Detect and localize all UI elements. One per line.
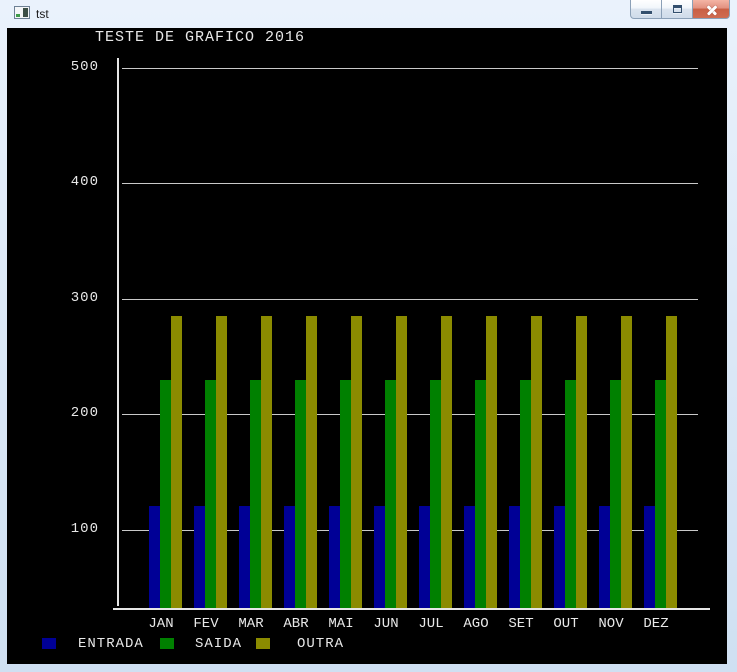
y-tick-label: 500 [35, 59, 99, 75]
bar-saida-dez [655, 380, 666, 608]
bar-saida-out [565, 380, 576, 608]
bar-outra-fev [216, 316, 227, 608]
restore-icon [673, 5, 682, 13]
bar-outra-jul [441, 316, 452, 608]
bar-entrada-dez [644, 506, 655, 608]
bar-saida-jul [430, 380, 441, 608]
x-tick-label: JUN [366, 616, 406, 632]
chart-title: TESTE DE GRAFICO 2016 [95, 29, 305, 46]
bar-entrada-jan [149, 506, 160, 608]
gridline-400 [122, 183, 698, 184]
legend-swatch-entrada [42, 638, 56, 649]
x-tick-label: FEV [186, 616, 226, 632]
bar-outra-dez [666, 316, 677, 608]
x-tick-label: SET [501, 616, 541, 632]
bar-entrada-fev [194, 506, 205, 608]
bar-saida-nov [610, 380, 621, 608]
bar-entrada-mai [329, 506, 340, 608]
y-tick-label: 300 [35, 290, 99, 306]
bar-outra-mai [351, 316, 362, 608]
bar-outra-out [576, 316, 587, 608]
restore-button[interactable] [661, 0, 693, 19]
y-tick-label: 100 [35, 521, 99, 537]
gridline-300 [122, 299, 698, 300]
minimize-button[interactable] [630, 0, 662, 19]
x-tick-label: MAI [321, 616, 361, 632]
legend-label-entrada: ENTRADA [78, 636, 144, 652]
title-bar[interactable]: tst [0, 0, 737, 28]
bar-saida-abr [295, 380, 306, 608]
bar-entrada-mar [239, 506, 250, 608]
legend-swatch-saida [160, 638, 174, 649]
minimize-icon [641, 11, 652, 14]
gridline-500 [122, 68, 698, 69]
x-axis-line [113, 608, 710, 610]
window-title: tst [36, 7, 49, 21]
window-controls [631, 0, 730, 19]
legend-swatch-outra [256, 638, 270, 649]
close-icon [706, 4, 717, 15]
bar-saida-jan [160, 380, 171, 608]
legend-label-saida: SAIDA [195, 636, 242, 652]
bar-outra-nov [621, 316, 632, 608]
bar-entrada-jul [419, 506, 430, 608]
bar-entrada-out [554, 506, 565, 608]
bar-outra-set [531, 316, 542, 608]
x-tick-label: NOV [591, 616, 631, 632]
x-tick-label: DEZ [636, 616, 676, 632]
x-tick-label: JAN [141, 616, 181, 632]
y-axis-line [117, 58, 119, 606]
x-tick-label: AGO [456, 616, 496, 632]
bar-entrada-set [509, 506, 520, 608]
bar-outra-ago [486, 316, 497, 608]
y-tick-label: 400 [35, 174, 99, 190]
bar-saida-mai [340, 380, 351, 608]
bar-outra-jun [396, 316, 407, 608]
x-tick-label: OUT [546, 616, 586, 632]
bar-entrada-ago [464, 506, 475, 608]
x-tick-label: MAR [231, 616, 271, 632]
y-tick-label: 200 [35, 405, 99, 421]
window-icon[interactable] [14, 6, 30, 19]
bar-saida-fev [205, 380, 216, 608]
bar-saida-jun [385, 380, 396, 608]
legend-label-outra: OUTRA [297, 636, 344, 652]
bar-entrada-jun [374, 506, 385, 608]
bar-entrada-nov [599, 506, 610, 608]
bar-saida-set [520, 380, 531, 608]
x-tick-label: JUL [411, 616, 451, 632]
bar-entrada-abr [284, 506, 295, 608]
x-tick-label: ABR [276, 616, 316, 632]
close-button[interactable] [692, 0, 730, 19]
bar-outra-abr [306, 316, 317, 608]
bar-outra-mar [261, 316, 272, 608]
chart-client-area: TESTE DE GRAFICO 2016 100 200 300 400 500 JA… [7, 28, 727, 664]
bar-outra-jan [171, 316, 182, 608]
bar-saida-mar [250, 380, 261, 608]
bar-saida-ago [475, 380, 486, 608]
app-window: tst TESTE DE GRAFICO 2016 100 200 300 400 50… [0, 0, 737, 672]
